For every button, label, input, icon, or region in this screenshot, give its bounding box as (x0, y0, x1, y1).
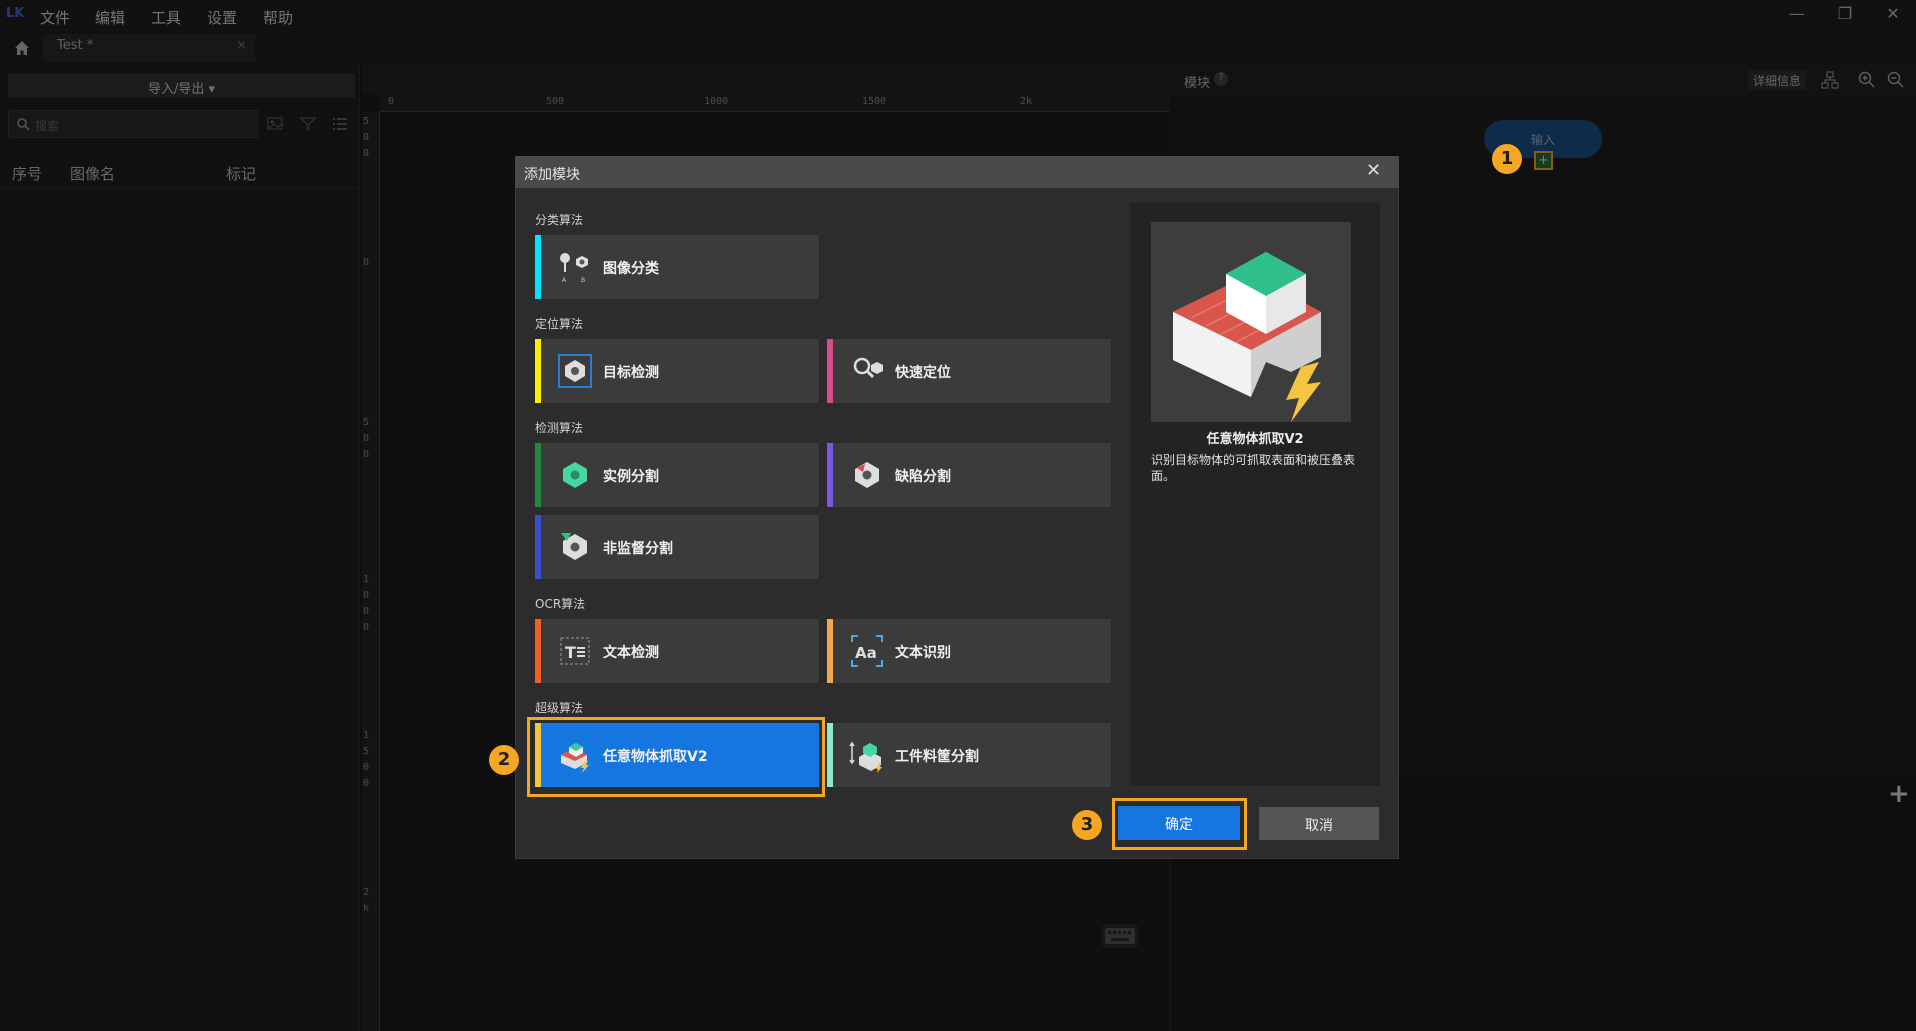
module-preview-name: 任意物体抓取V2 (1206, 432, 1304, 447)
card-accent-bar (535, 339, 541, 403)
section-super: 超级算法 (535, 701, 584, 715)
card-accent-bar (535, 515, 541, 579)
text-detect-icon: T (557, 633, 593, 669)
card-accent-bar (827, 339, 833, 403)
card-accent-bar (827, 619, 833, 683)
image-classify-icon: AB (557, 249, 593, 285)
card-label: 实例分割 (603, 469, 659, 485)
card-label: 图像分类 (603, 261, 659, 277)
svg-text:A: A (562, 277, 567, 284)
card-label: 文本识别 (895, 645, 951, 661)
bin-seg-icon (849, 737, 885, 773)
step-badge-2: 2 (489, 745, 519, 775)
card-unsupervised-seg[interactable]: 非监督分割 (535, 515, 819, 579)
card-label: 工件料筐分割 (895, 749, 979, 765)
text-recog-icon: Aa (849, 633, 885, 669)
cancel-button[interactable]: 取消 (1259, 807, 1379, 840)
selection-highlight (527, 717, 825, 797)
instance-seg-icon (557, 457, 593, 493)
card-label: 文本检测 (603, 645, 659, 661)
section-ocr: OCR算法 (535, 597, 586, 611)
card-accent-bar (535, 443, 541, 507)
card-label: 快速定位 (895, 365, 951, 381)
card-label: 非监督分割 (603, 541, 673, 557)
section-locate: 定位算法 (535, 317, 584, 331)
card-fast-locate[interactable]: 快速定位 (827, 339, 1111, 403)
dialog-title: 添加模块 (524, 167, 580, 183)
section-classify: 分类算法 (535, 213, 584, 227)
card-accent-bar (535, 235, 541, 299)
step-badge-1: 1 (1492, 144, 1522, 174)
card-label: 目标检测 (603, 365, 659, 381)
unsupervised-seg-icon (557, 529, 593, 565)
dialog-header (515, 156, 1399, 188)
section-detect: 检测算法 (535, 421, 584, 435)
fast-locate-icon (849, 353, 885, 389)
card-object-detect[interactable]: 目标检测 (535, 339, 819, 403)
card-instance-seg[interactable]: 实例分割 (535, 443, 819, 507)
svg-text:Aa: Aa (855, 644, 877, 662)
card-defect-seg[interactable]: 缺陷分割 (827, 443, 1111, 507)
object-detect-icon (557, 353, 593, 389)
module-preview-image (1151, 222, 1351, 422)
card-bin-seg[interactable]: 工件料筐分割 (827, 723, 1111, 787)
card-image-classify[interactable]: AB 图像分类 (535, 235, 819, 299)
step-badge-3: 3 (1072, 810, 1102, 840)
card-accent-bar (827, 443, 833, 507)
card-label: 缺陷分割 (895, 469, 951, 485)
card-accent-bar (827, 723, 833, 787)
svg-text:B: B (581, 277, 585, 284)
card-text-recog[interactable]: Aa 文本识别 (827, 619, 1111, 683)
confirm-button[interactable]: 确定 (1118, 806, 1240, 840)
card-text-detect[interactable]: T 文本检测 (535, 619, 819, 683)
close-icon[interactable]: ✕ (1366, 160, 1381, 181)
module-preview-description: 识别目标物体的可抓取表面和被压叠表面。 (1151, 453, 1356, 483)
svg-text:T: T (565, 643, 576, 662)
defect-seg-icon (849, 457, 885, 493)
card-accent-bar (535, 619, 541, 683)
